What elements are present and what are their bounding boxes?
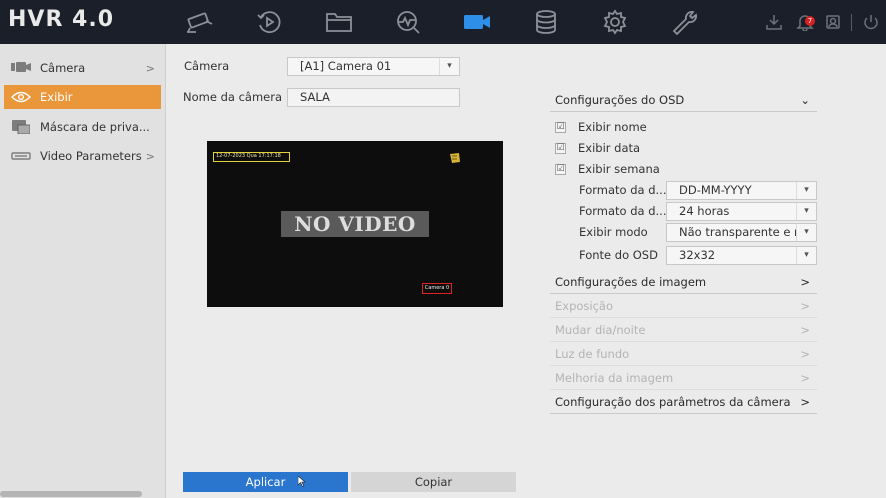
chevron-right-icon: > <box>800 371 810 385</box>
camera-select-value: [A1] Camera 01 <box>300 59 392 73</box>
select-value: 24 horas <box>679 204 730 218</box>
copy-button[interactable]: Copiar <box>351 472 516 492</box>
top-bar: HVR 4.0 7 <box>0 0 886 44</box>
time-format-label: Formato da d... <box>579 204 667 218</box>
osd-font-label: Fonte do OSD <box>579 248 658 262</box>
chevron-right-icon: > <box>800 299 810 313</box>
sidebar-item-video-parameters[interactable]: Video Parameters > <box>4 144 161 168</box>
section-label: Luz de fundo <box>555 347 630 361</box>
sidebar-item-privacy-mask[interactable]: Máscara de priva... <box>4 115 161 139</box>
app-logo: HVR 4.0 <box>8 7 115 32</box>
caret-down-icon: ▾ <box>796 224 816 241</box>
checkbox-label: Exibir nome <box>578 120 647 134</box>
show-date-checkbox[interactable]: ☑ <box>555 142 566 154</box>
show-week-row[interactable]: ☑ Exibir semana <box>555 161 660 177</box>
osd-font-select[interactable]: 32x32 ▾ <box>666 246 817 265</box>
caret-down-icon: ▾ <box>796 203 816 220</box>
show-week-checkbox[interactable]: ☑ <box>555 163 566 175</box>
account-icon[interactable] <box>824 13 842 31</box>
eye-icon <box>10 90 32 104</box>
sidebar-item-label: Video Parameters <box>40 149 142 163</box>
image-enhancement-row: Melhoria da imagem > <box>550 366 817 390</box>
maintenance-icon[interactable] <box>668 8 700 36</box>
camera-icon[interactable] <box>461 8 493 36</box>
chevron-right-icon: > <box>800 275 810 289</box>
video-parameters-icon <box>10 149 32 163</box>
sidebar-item-display[interactable]: Exibir <box>4 85 161 109</box>
camera-name-label: Nome da câmera <box>183 90 282 104</box>
image-settings-row[interactable]: Configurações de imagem > <box>550 270 817 294</box>
time-format-select[interactable]: 24 horas ▾ <box>666 202 817 221</box>
mouse-cursor-icon <box>298 476 306 487</box>
camera-label: Câmera <box>184 59 230 73</box>
chevron-right-icon: > <box>800 347 810 361</box>
camera-settings-icon <box>10 61 32 75</box>
privacy-mask-icon <box>10 120 32 134</box>
display-mode-label: Exibir modo <box>579 225 648 239</box>
caret-down-icon: ▾ <box>796 247 816 264</box>
sidebar-scrollbar[interactable] <box>0 491 142 497</box>
day-night-row: Mudar dia/noite > <box>550 318 817 342</box>
storage-icon[interactable] <box>530 8 562 36</box>
file-management-icon[interactable] <box>323 8 355 36</box>
chevron-right-icon: > <box>800 395 810 409</box>
section-label: Configuração dos parâmetros da câmera <box>555 395 791 409</box>
backlight-row: Luz de fundo > <box>550 342 817 366</box>
display-mode-select[interactable]: Não transparente e n ▾ <box>666 223 817 242</box>
download-icon[interactable] <box>765 13 783 31</box>
osd-name-box[interactable]: Camera 0 <box>422 283 452 294</box>
select-value: Não transparente e n <box>679 225 802 239</box>
sidebar-item-label: Câmera <box>40 61 86 75</box>
no-video-banner: NO VIDEO <box>281 211 429 237</box>
caret-down-icon: ▾ <box>439 58 459 75</box>
show-date-row[interactable]: ☑ Exibir data <box>555 140 640 156</box>
chevron-right-icon: > <box>145 61 155 75</box>
camera-parameters-row[interactable]: Configuração dos parâmetros da câmera > <box>550 390 817 414</box>
apply-button[interactable]: Aplicar <box>183 472 348 492</box>
sidebar: Câmera > Exibir Máscara de priva... Vide… <box>0 44 166 498</box>
preview-status-icon <box>450 153 460 163</box>
live-view-icon[interactable] <box>183 8 215 36</box>
date-format-label: Formato da d... <box>579 183 667 197</box>
sidebar-item-label: Máscara de priva... <box>40 120 150 134</box>
checkbox-label: Exibir semana <box>578 162 660 176</box>
osd-datetime-box[interactable]: 12-07-2023 Qua 17:17:18 <box>213 152 290 162</box>
osd-settings-header[interactable]: Configurações do OSD ⌄ <box>550 88 817 112</box>
section-label: Configurações de imagem <box>555 275 707 289</box>
system-settings-icon[interactable] <box>599 8 631 36</box>
playback-icon[interactable] <box>253 8 285 36</box>
section-title: Configurações do OSD <box>555 93 685 107</box>
select-value: DD-MM-YYYY <box>679 183 752 197</box>
chevron-right-icon: > <box>145 149 155 163</box>
smart-analysis-icon[interactable] <box>392 8 424 36</box>
chevron-down-icon: ⌄ <box>800 93 810 107</box>
select-value: 32x32 <box>679 248 716 262</box>
power-icon[interactable] <box>862 13 880 31</box>
sidebar-item-label: Exibir <box>40 90 73 104</box>
section-label: Mudar dia/noite <box>555 323 646 337</box>
section-label: Exposição <box>555 299 613 313</box>
camera-preview[interactable]: 12-07-2023 Qua 17:17:18 NO VIDEO Camera … <box>207 141 503 307</box>
caret-down-icon: ▾ <box>796 182 816 199</box>
notification-badge: 7 <box>805 16 815 26</box>
checkbox-label: Exibir data <box>578 141 641 155</box>
show-name-checkbox[interactable]: ☑ <box>555 121 566 133</box>
date-format-select[interactable]: DD-MM-YYYY ▾ <box>666 181 817 200</box>
exposure-row: Exposição > <box>550 294 817 318</box>
camera-select[interactable]: [A1] Camera 01 ▾ <box>287 57 460 76</box>
sidebar-item-camera[interactable]: Câmera > <box>4 56 161 80</box>
section-label: Melhoria da imagem <box>555 371 674 385</box>
chevron-right-icon: > <box>800 323 810 337</box>
camera-name-input[interactable]: SALA <box>287 88 460 107</box>
show-name-row[interactable]: ☑ Exibir nome <box>555 119 647 135</box>
toolbar-divider <box>851 14 852 31</box>
